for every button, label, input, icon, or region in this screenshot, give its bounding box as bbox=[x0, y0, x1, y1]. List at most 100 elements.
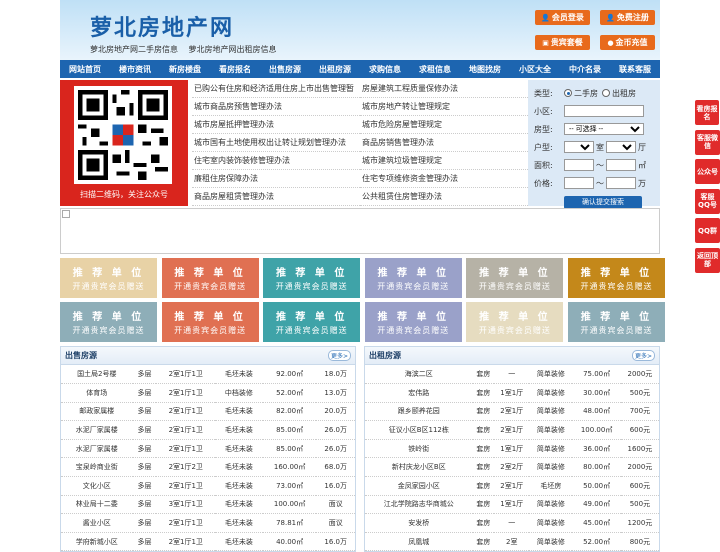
policy-link[interactable]: 城市危险房屋管理规定 bbox=[360, 116, 528, 134]
table-row[interactable]: 国土局2号楼 多层 2室1厅1卫 毛坯未装 92.00㎡ 18.0万 bbox=[61, 365, 355, 385]
policy-link[interactable]: 商品房销售管理办法 bbox=[360, 134, 528, 152]
table-cell[interactable]: 邮政家属楼 bbox=[61, 402, 133, 422]
table-row[interactable]: 征议小区B区112栋 套房 2室1厅 简单装修 100.00㎡ 600元 bbox=[365, 420, 659, 440]
table-row[interactable]: 宏伟路 套房 1室1厅 简单装修 30.00㎡ 500元 bbox=[365, 383, 659, 403]
table-row[interactable]: 跟乡颐养花园 套房 2室1厅 简单装修 48.00㎡ 700元 bbox=[365, 402, 659, 422]
policy-link[interactable]: 城市国有土地使用权出让转让规划管理办法 bbox=[192, 134, 360, 152]
nav-communities[interactable]: 小区大全 bbox=[510, 64, 560, 75]
table-row[interactable]: 邮政家属楼 多层 2室1厅1卫 毛坯未装 82.00㎡ 20.0万 bbox=[61, 402, 355, 422]
table-cell[interactable]: 文化小区 bbox=[61, 476, 133, 496]
recommend-unit[interactable]: 推 荐 单 位开通贵宾会员赠送 bbox=[466, 302, 564, 342]
table-row[interactable]: 宝泉岭商业街 多层 2室1厅2卫 毛坯未装 160.00㎡ 68.0万 bbox=[61, 457, 355, 478]
table-cell[interactable]: 凤凰城 bbox=[365, 532, 473, 552]
table-row[interactable]: 水泥厂家属楼 多层 2室1厅1卫 毛坯未装 85.00㎡ 26.0万 bbox=[61, 420, 355, 440]
table-cell[interactable]: 铁岭街 bbox=[365, 439, 473, 459]
table-cell[interactable]: 江北学院路志华商城公 bbox=[365, 495, 473, 515]
table-row[interactable]: 水泥厂家属楼 多层 2室1厅1卫 毛坯未装 85.00㎡ 26.0万 bbox=[61, 439, 355, 459]
nav-wanted-buy[interactable]: 求购信息 bbox=[360, 64, 410, 75]
radio-rent[interactable]: 出租房 bbox=[602, 88, 636, 99]
table-cell[interactable]: 学府新城小区 bbox=[61, 532, 133, 552]
recommend-unit[interactable]: 推 荐 单 位开通贵宾会员赠送 bbox=[263, 258, 361, 298]
table-row[interactable]: 林业局十二委 多层 3室1厅1卫 毛坯未装 100.00㎡ 面议 bbox=[61, 495, 355, 515]
float-service-wechat[interactable]: 客服微信 bbox=[695, 129, 720, 155]
table-cell[interactable]: 国土局2号楼 bbox=[61, 365, 133, 385]
login-button[interactable]: 👤 会员登录 bbox=[535, 10, 590, 25]
table-cell[interactable]: 水泥厂家属楼 bbox=[61, 420, 133, 440]
float-service-qq[interactable]: 客服QQ号 bbox=[695, 188, 720, 214]
table-cell[interactable]: 宝泉岭商业街 bbox=[61, 457, 133, 478]
recommend-unit[interactable]: 推 荐 单 位开通贵宾会员赠送 bbox=[263, 302, 361, 342]
coin-recharge-button[interactable]: ● 金币充值 bbox=[600, 35, 655, 50]
nav-wanted-rent[interactable]: 求租信息 bbox=[410, 64, 460, 75]
rent-more-link[interactable]: 更多> bbox=[631, 350, 655, 361]
float-back-to-top[interactable]: 返回顶部 bbox=[695, 247, 720, 273]
recommend-unit[interactable]: 推 荐 单 位开通贵宾会员赠送 bbox=[60, 302, 157, 342]
table-row[interactable]: 新村庆龙小区B区 套房 2室2厅 简单装修 80.00㎡ 2000元 bbox=[365, 457, 659, 478]
table-row[interactable]: 安发桥 套房一简单装修 45.00㎡ 1200元 bbox=[365, 513, 659, 533]
radio-sale[interactable]: 二手房 bbox=[564, 88, 598, 99]
table-row[interactable]: 海滨二区 套房一简单装修 75.00㎡ 2000元 bbox=[365, 365, 659, 385]
float-viewing-signup[interactable]: 看房报名 bbox=[695, 100, 719, 125]
table-cell[interactable]: 跟乡颐养花园 bbox=[365, 402, 473, 422]
policy-link[interactable]: 公共租赁住房管理办法 bbox=[360, 188, 528, 206]
table-row[interactable]: 铁岭街 套房 1室1厅 简单装修 36.00㎡ 1600元 bbox=[365, 439, 659, 459]
policy-link[interactable]: 城市房地产转让管理规定 bbox=[360, 98, 528, 116]
community-input[interactable] bbox=[564, 105, 644, 117]
hall-select[interactable] bbox=[606, 141, 636, 153]
site-logo[interactable]: 萝北房地产网 bbox=[90, 10, 234, 42]
recommend-unit[interactable]: 推 荐 单 位开通贵宾会员赠送 bbox=[466, 258, 564, 298]
table-row[interactable]: 体育场 多层 2室1厅1卫 中档装修 52.00㎡ 13.0万 bbox=[61, 383, 355, 403]
table-cell[interactable]: 体育场 bbox=[61, 383, 133, 403]
table-cell[interactable]: 海滨二区 bbox=[365, 365, 473, 385]
table-row[interactable]: 学府新城小区 多层 2室1厅1卫 毛坯未装 40.00㎡ 16.0万 bbox=[61, 532, 355, 552]
sale-more-link[interactable]: 更多> bbox=[327, 350, 351, 361]
recommend-unit[interactable]: 推 荐 单 位开通贵宾会员赠送 bbox=[567, 302, 665, 342]
policy-link[interactable]: 商品房屋租赁管理办法 bbox=[192, 188, 360, 206]
policy-link[interactable]: 住宅专项维修资金管理办法 bbox=[360, 170, 528, 188]
policy-link[interactable]: 已购公有住房和经济适用住房上市出售管理暂 bbox=[192, 80, 360, 98]
table-row[interactable]: 江北学院路志华商城公 套房 1室1厅 简单装修 49.00㎡ 500元 bbox=[365, 495, 659, 515]
table-cell[interactable]: 征议小区B区112栋 bbox=[365, 420, 473, 440]
ad-banner[interactable] bbox=[60, 208, 660, 254]
table-cell[interactable]: 酱业小区 bbox=[61, 513, 133, 533]
policy-link[interactable]: 廉租住房保障办法 bbox=[192, 170, 360, 188]
policy-link[interactable]: 城市商品房预售管理办法 bbox=[192, 98, 360, 116]
nav-for-rent[interactable]: 出租房源 bbox=[310, 64, 360, 75]
policy-link[interactable]: 城市房屋抵押管理办法 bbox=[192, 116, 360, 134]
room-select[interactable] bbox=[564, 141, 594, 153]
table-row[interactable]: 金凤家园小区 套房 2室1厅 毛坯房 50.00㎡ 600元 bbox=[365, 476, 659, 496]
float-qq-group[interactable]: QQ群 bbox=[695, 218, 720, 243]
nav-news[interactable]: 楼市资讯 bbox=[110, 64, 160, 75]
recommend-unit[interactable]: 推 荐 单 位开通贵宾会员赠送 bbox=[161, 258, 259, 298]
vip-package-button[interactable]: ▣ 贵宾套餐 bbox=[535, 35, 590, 50]
nav-new-homes[interactable]: 新房楼盘 bbox=[160, 64, 210, 75]
nav-home[interactable]: 网站首页 bbox=[60, 64, 110, 75]
recommend-unit[interactable]: 推 荐 单 位开通贵宾会员赠送 bbox=[364, 258, 462, 298]
price-min-input[interactable] bbox=[564, 177, 594, 189]
area-min-input[interactable] bbox=[564, 159, 594, 171]
recommend-unit[interactable]: 推 荐 单 位开通贵宾会员赠送 bbox=[364, 302, 462, 342]
policy-link[interactable]: 房屋建筑工程质量保修办法 bbox=[360, 80, 528, 98]
nav-for-sale[interactable]: 出售房源 bbox=[260, 64, 310, 75]
table-cell[interactable]: 宏伟路 bbox=[365, 383, 473, 403]
table-cell[interactable]: 安发桥 bbox=[365, 513, 473, 533]
table-row[interactable]: 文化小区 多层 2室1厅1卫 毛坯未装 73.00㎡ 16.0万 bbox=[61, 476, 355, 496]
policy-link[interactable]: 住宅室内装饰装修管理办法 bbox=[192, 152, 360, 170]
table-cell[interactable]: 林业局十二委 bbox=[61, 495, 133, 515]
nav-viewing-signup[interactable]: 看房报名 bbox=[210, 64, 260, 75]
house-type-select[interactable]: -- 可选择 -- bbox=[564, 123, 644, 135]
recommend-unit[interactable]: 推 荐 单 位开通贵宾会员赠送 bbox=[567, 258, 665, 298]
table-cell[interactable]: 水泥厂家属楼 bbox=[61, 439, 133, 459]
table-row[interactable]: 酱业小区 多层 2室1厅1卫 毛坯未装 78.81㎡ 面议 bbox=[61, 513, 355, 533]
recommend-unit[interactable]: 推 荐 单 位开通贵宾会员赠送 bbox=[60, 258, 157, 298]
area-max-input[interactable] bbox=[606, 159, 636, 171]
policy-link[interactable]: 城市建筑垃圾管理规定 bbox=[360, 152, 528, 170]
nav-agencies[interactable]: 中介名录 bbox=[560, 64, 610, 75]
price-max-input[interactable] bbox=[606, 177, 636, 189]
nav-map[interactable]: 地图找房 bbox=[460, 64, 510, 75]
table-cell[interactable]: 新村庆龙小区B区 bbox=[365, 457, 473, 478]
register-button[interactable]: 👤 免费注册 bbox=[600, 10, 655, 25]
table-row[interactable]: 凤凰城 套房 2室 简单装修 52.00㎡ 800元 bbox=[365, 532, 659, 552]
recommend-unit[interactable]: 推 荐 单 位开通贵宾会员赠送 bbox=[161, 302, 259, 342]
float-official-account[interactable]: 公众号 bbox=[695, 159, 720, 184]
